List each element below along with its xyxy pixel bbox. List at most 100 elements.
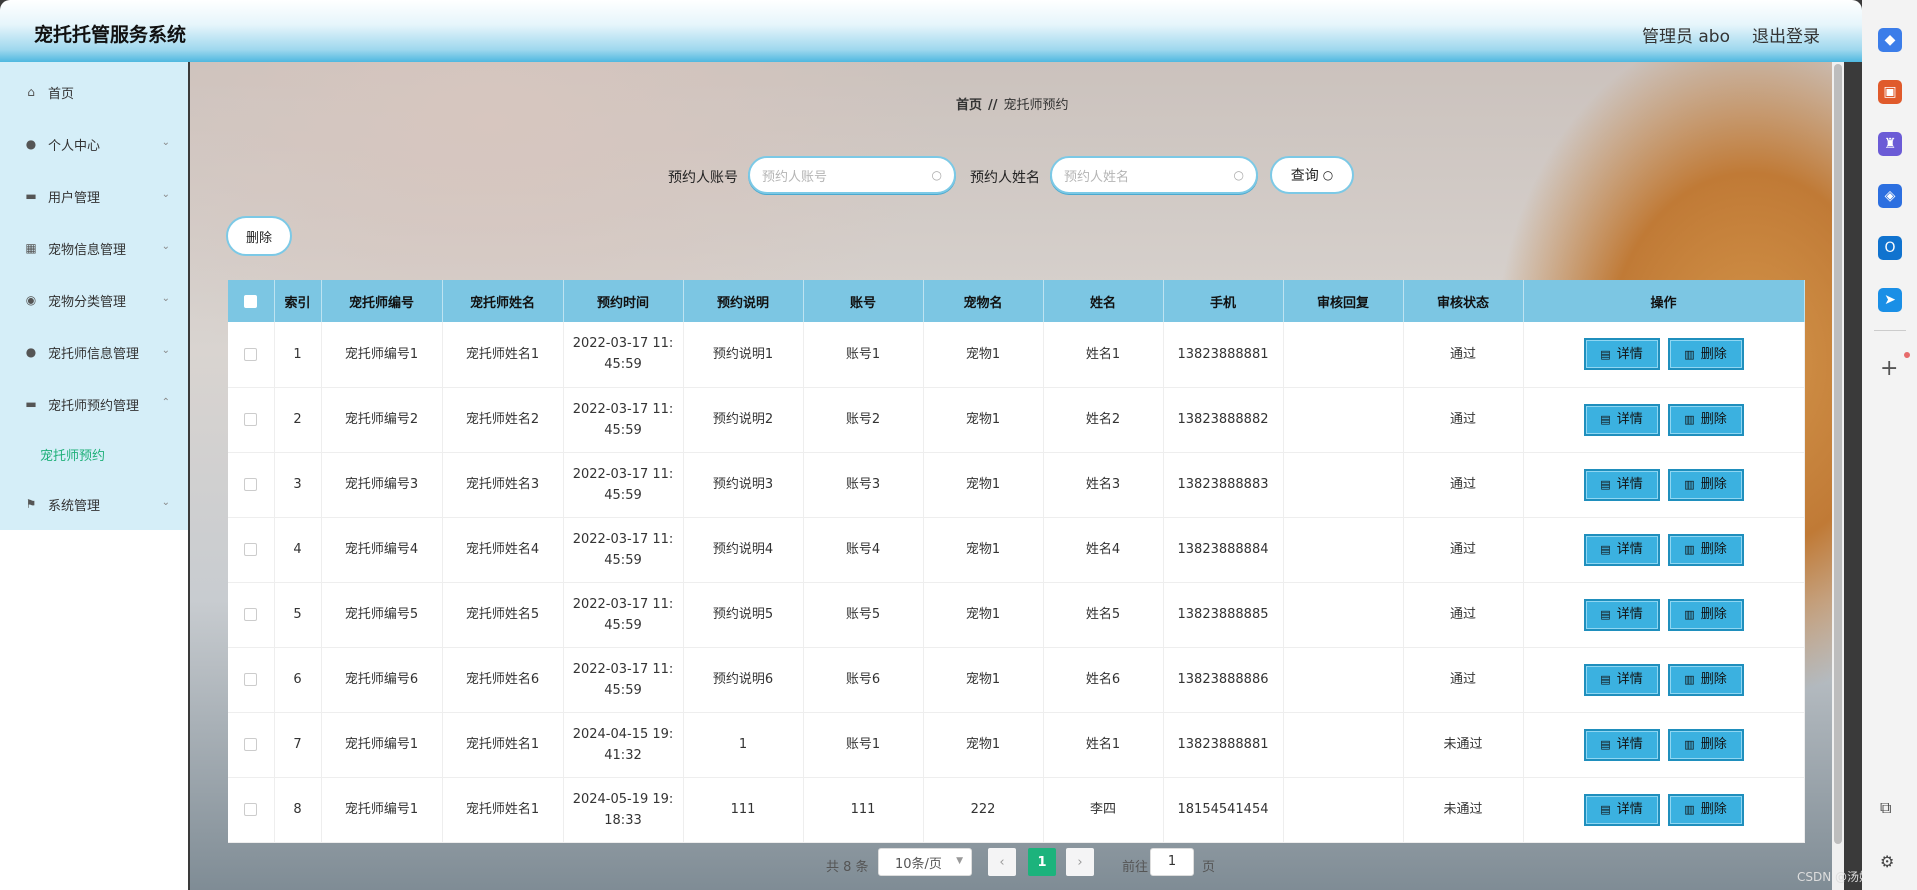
goto-page-input[interactable]: 1 — [1150, 848, 1194, 876]
delete-button[interactable]: ▥ 删除 — [1667, 403, 1744, 436]
sidebar-item-system[interactable]: ⚑ 系统管理 ⌄ — [0, 478, 188, 530]
time-line-1: 2022-03-17 11: — [572, 531, 674, 547]
search-icon: ○ — [1233, 168, 1244, 182]
next-page-button[interactable]: › — [1066, 848, 1094, 876]
detail-button[interactable]: ▤ 详情 — [1583, 468, 1660, 501]
cell-name: 姓名1 — [1043, 712, 1164, 778]
time-line-2: 45:59 — [604, 487, 642, 503]
sidebar-item-pet-info[interactable]: ▦ 宠物信息管理 ⌄ — [0, 222, 188, 274]
sidebar-item-caretaker-booking[interactable]: ▬ 宠托师预约管理 ⌃ — [0, 378, 188, 430]
row-select-cell[interactable] — [228, 322, 275, 388]
sidebar-subitem-caretaker-booking[interactable]: 宠托师预约 — [0, 430, 188, 478]
cell-account: 账号1 — [803, 712, 924, 778]
row-checkbox[interactable] — [244, 673, 258, 686]
cell-note: 预约说明5 — [683, 582, 804, 648]
row-select-cell[interactable] — [228, 387, 275, 453]
row-select-cell[interactable] — [228, 517, 275, 583]
delete-button[interactable]: ▥ 删除 — [1667, 598, 1744, 631]
row-checkbox[interactable] — [244, 608, 258, 621]
delete-button[interactable]: ▥ 删除 — [1667, 728, 1744, 761]
delete-button[interactable]: ▥ 删除 — [1667, 338, 1744, 371]
query-button[interactable]: 查询 ○ — [1270, 156, 1354, 194]
delete-button[interactable]: ▥ 删除 — [1667, 793, 1744, 826]
row-select-cell[interactable] — [228, 452, 275, 518]
page-size-select[interactable]: 10条/页 ▼ — [878, 848, 972, 876]
account-search-input[interactable]: 预约人账号 ○ — [748, 156, 956, 194]
sidebar-item-label: 宠物信息管理 — [48, 242, 127, 258]
send-icon[interactable]: ➤ — [1878, 288, 1902, 312]
row-checkbox[interactable] — [244, 478, 258, 491]
time-line-2: 45:59 — [604, 617, 642, 633]
sidebar-item-home[interactable]: ⌂ 首页 — [0, 66, 188, 118]
detail-button[interactable]: ▤ 详情 — [1583, 533, 1660, 566]
prev-page-button[interactable]: ‹ — [988, 848, 1016, 876]
document-icon: ▤ — [1600, 738, 1611, 751]
detail-button[interactable]: ▤ 详情 — [1583, 793, 1660, 826]
cell-note: 1 — [683, 712, 804, 778]
cell-actions: ▤ 详情 ▥ 删除 — [1523, 647, 1805, 713]
trash-icon: ▥ — [1684, 803, 1695, 816]
row-select-cell[interactable] — [228, 582, 275, 648]
screenshot-icon[interactable]: ⧉ — [1880, 798, 1891, 818]
detail-label: 详情 — [1616, 802, 1643, 817]
detail-button[interactable]: ▤ 详情 — [1583, 663, 1660, 696]
row-select-cell[interactable] — [228, 712, 275, 778]
delete-label: 删除 — [1700, 802, 1727, 817]
detail-button[interactable]: ▤ 详情 — [1583, 338, 1660, 371]
column-header: 预约时间 — [563, 280, 684, 322]
sidebar-item-personal-center[interactable]: ● 个人中心 ⌄ — [0, 118, 188, 170]
row-checkbox[interactable] — [244, 803, 258, 816]
cell-actions: ▤ 详情 ▥ 删除 — [1523, 712, 1805, 778]
sidebar-item-label: 首页 — [48, 86, 75, 102]
cell-index: 4 — [274, 517, 322, 583]
page-number-current[interactable]: 1 — [1028, 848, 1056, 876]
trash-icon: ▥ — [1684, 413, 1695, 426]
row-checkbox[interactable] — [244, 347, 258, 361]
cell-pet-name: 宠物1 — [923, 452, 1044, 518]
row-select-cell[interactable] — [228, 777, 275, 843]
cell-index: 2 — [274, 387, 322, 453]
cell-caretaker-name: 宠托师姓名2 — [442, 387, 564, 453]
chess-icon[interactable]: ♜ — [1878, 132, 1902, 156]
delete-button[interactable]: ▥ 删除 — [1667, 468, 1744, 501]
cell-booking-time: 2022-03-17 11: 45:59 — [563, 387, 684, 453]
document-icon: ▤ — [1600, 478, 1611, 491]
select-all-header[interactable] — [228, 280, 275, 322]
breadcrumb-home[interactable]: 首页 — [956, 98, 982, 113]
outlook-icon[interactable]: O — [1878, 236, 1902, 260]
cell-review-status: 通过 — [1403, 647, 1524, 713]
row-checkbox[interactable] — [244, 738, 258, 751]
sidebar-item-pet-category[interactable]: ◉ 宠物分类管理 ⌄ — [0, 274, 188, 326]
name-search-input[interactable]: 预约人姓名 ○ — [1050, 156, 1258, 194]
add-icon[interactable]: + — [1880, 356, 1898, 381]
row-checkbox[interactable] — [244, 543, 258, 556]
cell-caretaker-code: 宠托师编号6 — [321, 647, 443, 713]
row-checkbox[interactable] — [244, 413, 258, 426]
delete-button[interactable]: ▥ 删除 — [1667, 663, 1744, 696]
time-line-2: 45:59 — [604, 552, 642, 568]
cell-account: 账号1 — [803, 322, 924, 388]
logout-link[interactable]: 退出登录 — [1752, 22, 1820, 47]
notification-dot — [1904, 352, 1910, 358]
cell-account: 账号4 — [803, 517, 924, 583]
sidebar-item-user-management[interactable]: ▬ 用户管理 ⌄ — [0, 170, 188, 222]
main-scrollbar[interactable] — [1832, 62, 1844, 890]
row-select-cell[interactable] — [228, 647, 275, 713]
select-all-checkbox[interactable] — [244, 294, 258, 308]
delete-button[interactable]: ▥ 删除 — [1667, 533, 1744, 566]
column-header: 审核回复 — [1283, 280, 1404, 322]
tag-icon[interactable]: ◆ — [1878, 28, 1902, 52]
cell-review-status: 未通过 — [1403, 712, 1524, 778]
detail-button[interactable]: ▤ 详情 — [1583, 728, 1660, 761]
detail-button[interactable]: ▤ 详情 — [1583, 598, 1660, 631]
sidebar-item-caretaker-info[interactable]: ● 宠托师信息管理 ⌄ — [0, 326, 188, 378]
cell-pet-name: 宠物1 — [923, 647, 1044, 713]
gear-icon[interactable]: ⚙ — [1880, 852, 1894, 871]
copilot-icon[interactable]: ◈ — [1878, 184, 1902, 208]
toolbox-icon[interactable]: ▣ — [1878, 80, 1902, 104]
batch-delete-button[interactable]: 删除 — [226, 216, 292, 256]
cell-caretaker-code: 宠托师编号4 — [321, 517, 443, 583]
document-icon: ▤ — [1600, 673, 1611, 686]
scrollbar-thumb[interactable] — [1834, 64, 1842, 844]
detail-button[interactable]: ▤ 详情 — [1583, 403, 1660, 436]
